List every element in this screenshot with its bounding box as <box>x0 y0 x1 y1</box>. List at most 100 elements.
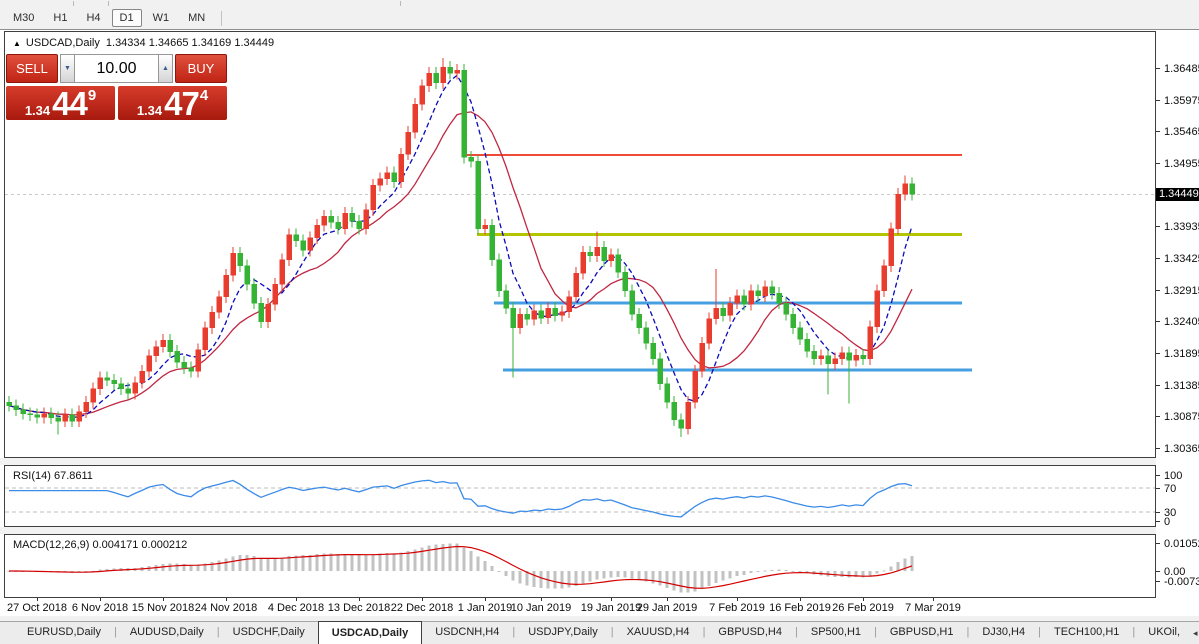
rsi-axis-label: 0 <box>1164 516 1170 528</box>
chart-tab-xauusd-h4[interactable]: XAUUSD,H4 <box>614 622 703 644</box>
tab-scroll-arrows: ◂▸ <box>1193 622 1199 644</box>
timeframe-button-mn[interactable]: MN <box>180 9 213 27</box>
rsi-indicator-panel[interactable] <box>4 465 1156 527</box>
rsi-axis: 10070300 <box>1155 465 1199 527</box>
sell-price-display[interactable]: 1.34449 <box>6 86 115 120</box>
axis-tick-mark <box>1156 163 1160 164</box>
timeframe-button-m30[interactable]: M30 <box>5 9 42 27</box>
toolbar-separator-mark <box>400 1 401 6</box>
macd-axis: 0.0105250.00-0.0073 <box>1155 534 1199 598</box>
date-axis-label: 15 Nov 2018 <box>132 602 194 614</box>
price-axis[interactable]: 1.364851.359751.354651.349551.339351.334… <box>1155 31 1199 458</box>
sell-button[interactable]: SELL <box>6 54 58 83</box>
timeframe-button-h4[interactable]: H4 <box>78 9 108 27</box>
date-tick-mark <box>667 598 668 601</box>
chart-tab-ukoil[interactable]: UKOil, <box>1135 622 1193 644</box>
panel-splitter[interactable] <box>0 527 1156 534</box>
chart-tab-usdchf-daily[interactable]: USDCHF,Daily <box>220 622 318 644</box>
timeframe-button-h1[interactable]: H1 <box>45 9 75 27</box>
sell-big-figure: 1.34 <box>25 104 50 117</box>
price-axis-label: 1.33935 <box>1164 221 1199 233</box>
current-price-label: 1.34449 <box>1156 188 1199 201</box>
timeframe-button-w1[interactable]: W1 <box>145 9 178 27</box>
sell-pips: 44 <box>52 91 87 117</box>
buy-pipette: 4 <box>200 87 208 104</box>
date-axis-label: 16 Feb 2019 <box>769 602 831 614</box>
date-axis[interactable]: 27 Oct 2018 6 Nov 2018 15 Nov 201824 Nov 2… <box>4 598 1174 616</box>
toolbar-separator <box>221 11 222 26</box>
macd-axis-label: 0.010525 <box>1164 538 1199 550</box>
axis-tick-mark <box>1156 488 1160 489</box>
chart-tab-bar: EURUSD,Daily|AUDUSD,Daily|USDCHF,DailyUS… <box>0 621 1199 644</box>
collapse-triangle-icon[interactable]: ▲ <box>13 39 21 48</box>
chart-tab-gbpusd-h1[interactable]: GBPUSD,H1 <box>877 622 967 644</box>
panel-splitter[interactable] <box>0 458 1156 465</box>
buy-big-figure: 1.34 <box>137 104 162 117</box>
chart-symbol-label: USDCAD,Daily <box>26 37 100 49</box>
volume-increase-icon[interactable]: ▲ <box>158 54 173 83</box>
chart-tab-dj30-h4[interactable]: DJ30,H4 <box>969 622 1038 644</box>
volume-decrease-icon[interactable]: ▼ <box>60 54 75 83</box>
toolbar-separator-mark <box>73 1 74 6</box>
price-axis-label: 1.35975 <box>1164 95 1199 107</box>
chart-header: ▲USDCAD,Daily1.34334 1.34665 1.34169 1.3… <box>13 37 274 49</box>
chart-tab-usdjpy-daily[interactable]: USDJPY,Daily <box>515 622 611 644</box>
chart-tab-sp500-h1[interactable]: SP500,H1 <box>798 622 874 644</box>
chart-tab-usdcad-daily[interactable]: USDCAD,Daily <box>318 621 422 644</box>
date-tick-mark <box>611 598 612 601</box>
date-tick-mark <box>226 598 227 601</box>
date-axis-label: 27 Oct 2018 <box>7 602 67 614</box>
date-tick-mark <box>933 598 934 601</box>
date-axis-label: 7 Feb 2019 <box>709 602 765 614</box>
date-axis-label: 4 Dec 2018 <box>268 602 324 614</box>
chart-tab-usdcnh-h4[interactable]: USDCNH,H4 <box>422 622 512 644</box>
price-axis-label: 1.33425 <box>1164 253 1199 265</box>
date-axis-label: 10 Jan 2019 <box>511 602 572 614</box>
axis-tick-mark <box>1156 353 1160 354</box>
tab-scroll-left-icon[interactable]: ◂ <box>1193 628 1198 639</box>
rsi-label: RSI(14) 67.8611 <box>13 470 93 482</box>
price-axis-label: 1.32405 <box>1164 316 1199 328</box>
date-tick-mark <box>359 598 360 601</box>
volume-stepper: ▼ 10.00 ▲ <box>60 54 173 83</box>
chart-tab-gbpusd-h4[interactable]: GBPUSD,H4 <box>705 622 795 644</box>
chart-tab-eurusd-daily[interactable]: EURUSD,Daily <box>14 622 114 644</box>
date-axis-label: 19 Jan 2019 <box>581 602 642 614</box>
timeframe-toolbar: M30H1H4D1W1MN <box>0 7 1199 30</box>
axis-tick-mark <box>1156 581 1160 582</box>
chart-tab-audusd-daily[interactable]: AUDUSD,Daily <box>117 622 217 644</box>
date-tick-mark <box>737 598 738 601</box>
price-axis-label: 1.31895 <box>1164 348 1199 360</box>
macd-label: MACD(12,26,9) 0.004171 0.000212 <box>13 539 187 551</box>
date-tick-mark <box>100 598 101 601</box>
date-axis-label: 1 Jan 2019 <box>458 602 512 614</box>
toolbar-separator-mark <box>108 1 109 6</box>
axis-tick-mark <box>1156 100 1160 101</box>
buy-button[interactable]: BUY <box>175 54 227 83</box>
axis-tick-mark <box>1156 290 1160 291</box>
date-axis-label: 26 Feb 2019 <box>832 602 894 614</box>
price-axis-label: 1.31385 <box>1164 380 1199 392</box>
date-tick-mark <box>800 598 801 601</box>
axis-tick-mark <box>1156 512 1160 513</box>
date-tick-mark <box>863 598 864 601</box>
price-axis-label: 1.32915 <box>1164 285 1199 297</box>
axis-tick-mark <box>1156 321 1160 322</box>
axis-tick-mark <box>1156 226 1160 227</box>
date-axis-label: 6 Nov 2018 <box>72 602 128 614</box>
date-axis-label: 29 Jan 2019 <box>637 602 698 614</box>
rsi-axis-label: 100 <box>1164 470 1182 482</box>
date-axis-label: 7 Mar 2019 <box>905 602 961 614</box>
axis-tick-mark <box>1156 68 1160 69</box>
price-axis-label: 1.30875 <box>1164 411 1199 423</box>
axis-tick-mark <box>1156 448 1160 449</box>
chart-tab-tech100-h1[interactable]: TECH100,H1 <box>1041 622 1132 644</box>
date-axis-label: 24 Nov 2018 <box>195 602 257 614</box>
date-tick-mark <box>541 598 542 601</box>
buy-price-display[interactable]: 1.34474 <box>118 86 227 120</box>
sell-pipette: 9 <box>88 87 96 104</box>
timeframe-button-d1[interactable]: D1 <box>112 9 142 27</box>
axis-tick-mark <box>1156 385 1160 386</box>
top-window-strip <box>0 0 1199 7</box>
volume-input[interactable]: 10.00 <box>75 54 158 83</box>
